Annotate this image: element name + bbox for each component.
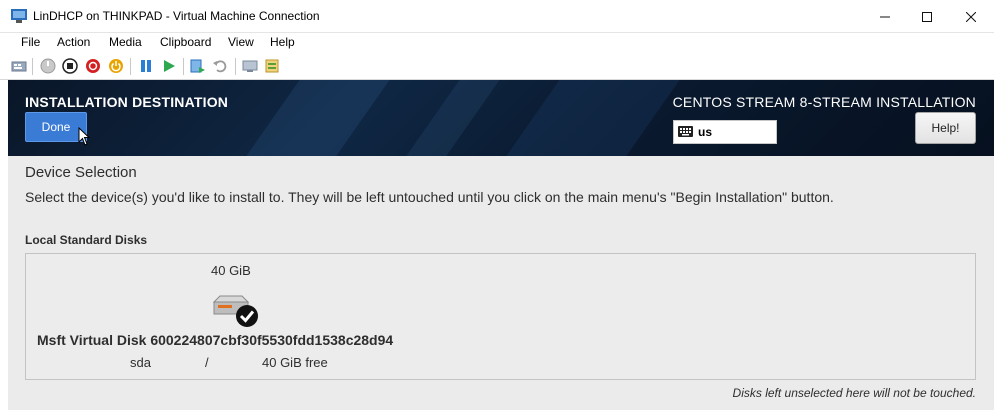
menu-file[interactable]: File: [21, 35, 40, 49]
disk-size: 40 GiB: [211, 263, 251, 278]
disk-free-space: 40 GiB free: [262, 355, 328, 370]
enhanced-session-icon[interactable]: [242, 58, 258, 74]
local-disks-heading: Local Standard Disks: [25, 233, 148, 247]
share-icon[interactable]: [264, 58, 280, 74]
menu-bar: File Action Media Clipboard View Help: [0, 33, 994, 53]
close-icon: [966, 11, 976, 22]
installer-header: INSTALLATION DESTINATION CENTOS STREAM 8…: [8, 80, 994, 156]
toolbar-separator: [183, 58, 184, 75]
menu-media[interactable]: Media: [109, 35, 142, 49]
window-title: LinDHCP on THINKPAD - Virtual Machine Co…: [33, 9, 320, 23]
hard-disk-checked-icon[interactable]: [212, 292, 262, 328]
local-disks-panel: 40 GiB Msft Virtual Disk 600224807cbf30f…: [25, 253, 976, 380]
toolbar-separator: [32, 58, 33, 75]
shutdown-icon[interactable]: [85, 58, 101, 74]
keyboard-icon: [678, 126, 693, 137]
minimize-icon: [880, 16, 890, 17]
disks-footnote: Disks left unselected here will not be t…: [732, 386, 976, 400]
help-button[interactable]: Help!: [915, 112, 976, 144]
disk-name: Msft Virtual Disk 600224807cbf30f5530fdd…: [37, 332, 394, 348]
menu-action[interactable]: Action: [57, 35, 90, 49]
checkpoint-icon[interactable]: [190, 58, 206, 74]
product-title: CENTOS STREAM 8-STREAM INSTALLATION: [672, 94, 976, 110]
close-button[interactable]: [948, 0, 994, 33]
keyboard-layout-indicator[interactable]: us: [673, 120, 777, 144]
section-description: Select the device(s) you'd like to insta…: [25, 189, 834, 205]
pause-icon[interactable]: [138, 58, 154, 74]
start-icon[interactable]: [40, 58, 56, 74]
menu-view[interactable]: View: [228, 35, 254, 49]
maximize-icon: [922, 11, 932, 22]
toolbar-separator: [235, 58, 236, 75]
keyboard-layout-label: us: [698, 125, 713, 139]
power-icon[interactable]: [108, 58, 124, 74]
revert-icon[interactable]: [212, 58, 228, 74]
installer-content: Device Selection Select the device(s) yo…: [8, 156, 994, 410]
maximize-button[interactable]: [904, 0, 950, 33]
disk-mount: /: [205, 355, 209, 370]
vm-toolbar: [0, 53, 994, 80]
turn-off-icon[interactable]: [62, 58, 78, 74]
resume-icon[interactable]: [161, 58, 177, 74]
mouse-cursor-icon: [78, 127, 90, 146]
disk-device: sda: [130, 355, 151, 370]
section-title: Device Selection: [25, 164, 137, 181]
menu-help[interactable]: Help: [270, 35, 295, 49]
ctrl-alt-del-icon[interactable]: [11, 58, 27, 74]
window-titlebar: LinDHCP on THINKPAD - Virtual Machine Co…: [0, 0, 994, 33]
minimize-button[interactable]: [862, 0, 908, 33]
vm-connection-icon: [11, 9, 27, 23]
page-title: INSTALLATION DESTINATION: [25, 94, 229, 110]
toolbar-separator: [130, 58, 131, 75]
menu-clipboard[interactable]: Clipboard: [160, 35, 211, 49]
